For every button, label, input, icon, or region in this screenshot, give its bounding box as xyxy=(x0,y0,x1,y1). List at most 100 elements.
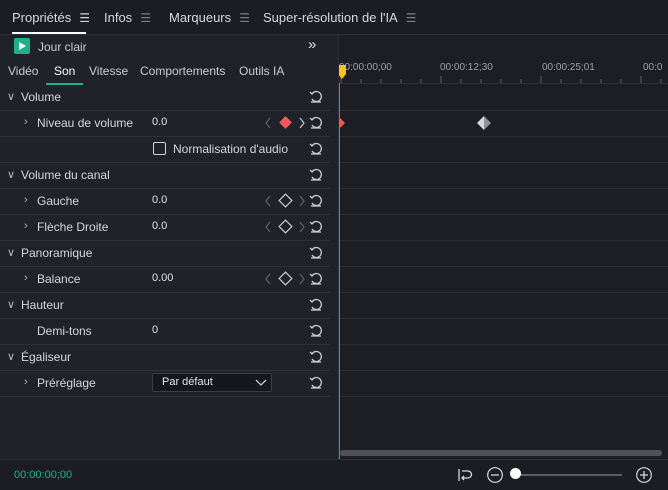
semitones-value[interactable]: 0 xyxy=(152,324,158,336)
reset-icon[interactable] xyxy=(308,270,324,286)
track-row xyxy=(339,214,668,241)
section-pan[interactable]: ∨ Panoramique xyxy=(0,240,330,267)
subtab-comportements[interactable]: Comportements xyxy=(140,64,225,78)
track-row xyxy=(339,370,668,397)
volume-level-value[interactable]: 0.0 xyxy=(152,116,167,128)
section-title: Volume du canal xyxy=(21,168,110,182)
property-label: Balance xyxy=(37,272,81,286)
chevron-down-icon: ∨ xyxy=(7,247,16,259)
keyframe-marker[interactable] xyxy=(476,115,492,131)
track-row xyxy=(339,318,668,345)
subtab-vitesse[interactable]: Vitesse xyxy=(89,64,128,78)
track-row xyxy=(339,162,668,189)
reset-icon[interactable] xyxy=(308,88,324,104)
time-ruler[interactable]: 00:00:00;00 00:00:12;30 00:00:25;01 00:0 xyxy=(339,35,668,84)
section-channel-volume[interactable]: ∨ Volume du canal xyxy=(0,162,330,189)
horizontal-scrollbar[interactable] xyxy=(340,450,662,456)
ruler-label: 00:00:00;00 xyxy=(339,62,392,73)
zoom-in-icon[interactable] xyxy=(635,466,653,484)
tab-label: Infos xyxy=(104,10,133,25)
current-timecode: 00:00:00;00 xyxy=(14,469,73,481)
chevron-right-icon[interactable]: › xyxy=(24,220,28,232)
section-title: Hauteur xyxy=(21,298,64,312)
reset-icon[interactable] xyxy=(308,322,324,338)
reset-icon[interactable] xyxy=(308,244,324,260)
chevron-down-icon: ∨ xyxy=(7,351,16,363)
section-equalizer[interactable]: ∨ Égaliseur xyxy=(0,344,330,371)
ruler-label: 00:0 xyxy=(643,62,663,73)
normalize-checkbox[interactable] xyxy=(153,142,166,155)
menu-icon: ☰ xyxy=(405,11,417,25)
track-row-volume-level[interactable] xyxy=(339,110,668,137)
ruler-label: 00:00:12;30 xyxy=(440,62,493,73)
track-row xyxy=(339,136,668,163)
section-volume[interactable]: ∨ Volume xyxy=(0,84,330,111)
track-row xyxy=(339,240,668,267)
keyframe-timeline[interactable]: 00:00:00;00 00:00:12;30 00:00:25;01 00:0 xyxy=(339,35,668,459)
checkbox-label: Normalisation d'audio xyxy=(173,142,289,156)
reset-icon[interactable] xyxy=(308,140,324,156)
bottom-toolbar: 00:00:00;00 xyxy=(0,459,668,490)
tab-infos[interactable]: Infos ☰ xyxy=(104,0,151,34)
section-title: Panoramique xyxy=(21,246,93,260)
subtab-label: Son xyxy=(54,64,76,78)
keyframe-controls[interactable] xyxy=(264,219,310,235)
row-audio-normalize: Normalisation d'audio xyxy=(0,136,330,163)
property-label: Préréglage xyxy=(37,376,96,390)
left-channel-value[interactable]: 0.0 xyxy=(152,194,167,206)
playhead-handle[interactable] xyxy=(339,65,346,79)
zoom-slider-knob[interactable] xyxy=(510,468,521,479)
section-title: Volume xyxy=(21,90,62,104)
zoom-slider-track[interactable] xyxy=(517,474,622,476)
chevron-right-icon[interactable]: › xyxy=(24,116,28,128)
double-chevron-right-icon[interactable]: » xyxy=(308,36,316,53)
reset-icon[interactable] xyxy=(308,296,324,312)
balance-value[interactable]: 0.00 xyxy=(152,272,173,284)
property-label: Gauche xyxy=(37,194,80,208)
play-icon[interactable] xyxy=(14,38,30,54)
property-label: Niveau de volume xyxy=(37,116,134,130)
subtab-son[interactable]: Son xyxy=(46,64,84,85)
section-title: Égaliseur xyxy=(21,350,72,364)
active-tab-underline xyxy=(12,32,86,34)
subtab-video[interactable]: Vidéo xyxy=(8,64,38,78)
clip-header: Jour clair » xyxy=(0,35,338,59)
chevron-down-icon xyxy=(255,379,267,386)
row-right-channel: › Flèche Droite 0.0 xyxy=(0,214,330,241)
tab-marqueurs[interactable]: Marqueurs ☰ xyxy=(169,0,250,34)
properties-panel: Jour clair » Vidéo Son Vitesse Comportem… xyxy=(0,35,338,459)
keyframe-controls[interactable] xyxy=(264,115,310,131)
reset-icon[interactable] xyxy=(308,114,324,130)
right-channel-value[interactable]: 0.0 xyxy=(152,220,167,232)
reset-icon[interactable] xyxy=(308,166,324,182)
zoom-out-icon[interactable] xyxy=(486,466,504,484)
return-icon[interactable] xyxy=(456,466,474,484)
clip-name: Jour clair xyxy=(38,40,87,54)
track-row xyxy=(339,292,668,319)
keyframe-controls[interactable] xyxy=(264,193,310,209)
chevron-down-icon: ∨ xyxy=(7,91,16,103)
keyframe-active[interactable] xyxy=(339,116,347,130)
track-row xyxy=(339,188,668,215)
tab-label: Propriétés xyxy=(12,10,72,25)
chevron-right-icon[interactable]: › xyxy=(24,376,28,388)
row-semitones: Demi-tons 0 xyxy=(0,318,330,345)
ruler-label: 00:00:25;01 xyxy=(542,62,595,73)
menu-icon: ☰ xyxy=(239,11,250,25)
section-pitch[interactable]: ∨ Hauteur xyxy=(0,292,330,319)
reset-icon[interactable] xyxy=(308,192,324,208)
reset-icon[interactable] xyxy=(308,374,324,390)
reset-icon[interactable] xyxy=(308,218,324,234)
chevron-right-icon[interactable]: › xyxy=(24,272,28,284)
top-tab-bar: Propriétés ☰ Infos ☰ Marqueurs ☰ Super-réso… xyxy=(0,0,668,35)
tab-proprietes[interactable]: Propriétés ☰ xyxy=(12,0,90,34)
keyframe-controls[interactable] xyxy=(264,271,310,287)
preset-select[interactable]: Par défaut xyxy=(152,373,272,392)
subtab-outils-ia[interactable]: Outils IA xyxy=(239,64,284,78)
tab-super-resolution[interactable]: Super-résolution de l'IA ☰ xyxy=(263,0,417,34)
chevron-down-icon: ∨ xyxy=(7,299,16,311)
chevron-right-icon[interactable]: › xyxy=(24,194,28,206)
menu-icon: ☰ xyxy=(79,11,91,25)
reset-icon[interactable] xyxy=(308,348,324,364)
tab-label: Marqueurs xyxy=(169,10,232,25)
